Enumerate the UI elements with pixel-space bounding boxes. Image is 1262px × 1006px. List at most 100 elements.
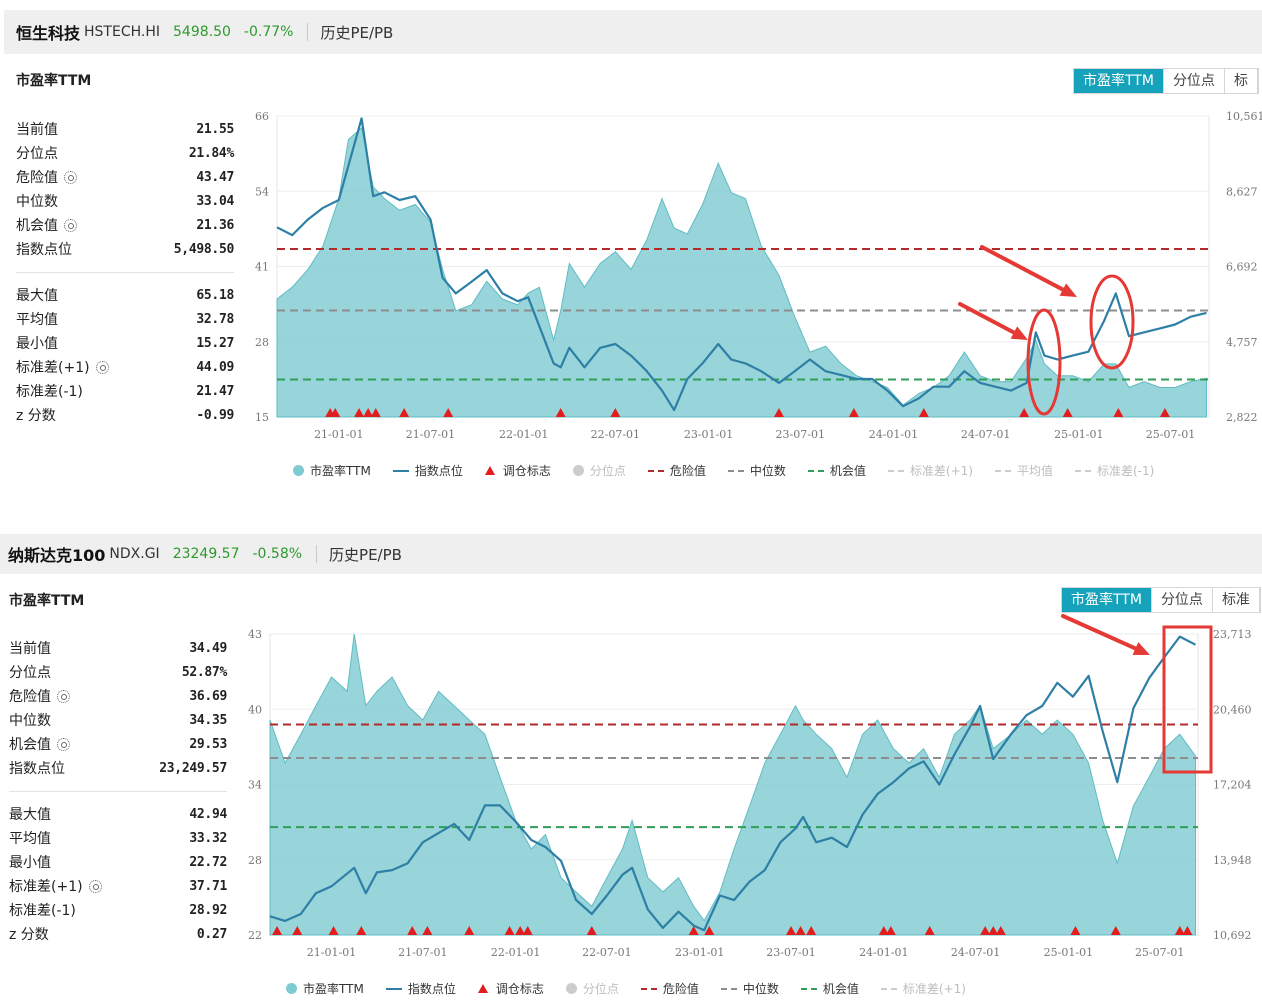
legend-label: 机会值 xyxy=(822,982,859,996)
legend-item[interactable]: 危险值 xyxy=(640,980,699,997)
legend-label: 危险值 xyxy=(662,982,699,996)
pe-chart: 66 54 41 28 15 10,561 8,627 6,692 4,757 2,822 21-0… xyxy=(255,110,1262,441)
annotation-arrow xyxy=(958,302,1016,335)
legend-label: 分位点 xyxy=(582,982,619,996)
legend-label: 标准差(+1) xyxy=(902,982,966,996)
legend-label: 中位数 xyxy=(749,464,786,478)
legend-swatch-icon xyxy=(887,469,904,472)
legend-swatch-icon xyxy=(647,469,664,472)
y-left-tick-label: 40 xyxy=(248,703,262,716)
legend-label: 指数点位 xyxy=(414,464,463,478)
x-tick-label: 25-07-01 xyxy=(1146,428,1195,441)
chart-legend: 市盈率TTM 指数点位 调仓标志 分位点 危险值 中位数 机会值 标准差(+1) xyxy=(286,980,988,997)
legend-swatch-icon xyxy=(727,469,744,472)
x-tick-label: 23-07-01 xyxy=(776,428,825,441)
legend-label: 平均值 xyxy=(1016,464,1053,478)
legend-label: 指数点位 xyxy=(407,982,456,996)
legend-item[interactable]: 指数点位 xyxy=(385,980,456,997)
x-tick-label: 21-01-01 xyxy=(314,428,363,441)
y-right-tick-label: 13,948 xyxy=(1213,854,1252,867)
x-tick-label: 21-07-01 xyxy=(406,428,455,441)
legend-item[interactable]: 指数点位 xyxy=(392,462,463,479)
legend-item[interactable]: 调仓标志 xyxy=(477,980,544,997)
x-tick-label: 22-07-01 xyxy=(582,946,631,959)
legend-item[interactable]: 分位点 xyxy=(565,980,619,997)
ndx-panel: 纳斯达克100 NDX.GI 23249.57 -0.58% 历史PE/PB 市… xyxy=(0,534,1262,1006)
x-tick-label: 22-01-01 xyxy=(491,946,540,959)
legend-swatch-icon xyxy=(807,469,824,472)
legend-label: 调仓标志 xyxy=(495,982,544,996)
y-left-tick-label: 34 xyxy=(248,779,262,792)
x-tick-label: 22-07-01 xyxy=(591,428,640,441)
legend-swatch-icon xyxy=(293,465,304,476)
legend-item[interactable]: 机会值 xyxy=(800,980,859,997)
legend-swatch-icon xyxy=(484,466,495,475)
x-tick-label: 22-01-01 xyxy=(499,428,548,441)
legend-swatch-icon xyxy=(1074,469,1091,472)
x-tick-label: 23-01-01 xyxy=(675,946,724,959)
legend-swatch-icon xyxy=(392,469,409,472)
y-left-tick-label: 15 xyxy=(255,411,269,424)
legend-item[interactable]: 标准差(+1) xyxy=(880,980,966,997)
annotation-arrow xyxy=(1061,614,1138,651)
y-left-tick-label: 28 xyxy=(248,854,262,867)
legend-item[interactable]: 机会值 xyxy=(807,462,866,479)
y-left-tick-label: 43 xyxy=(248,628,262,641)
legend-label: 中位数 xyxy=(742,982,779,996)
y-right-tick-label: 20,460 xyxy=(1213,703,1252,716)
legend-label: 市盈率TTM xyxy=(303,982,364,996)
legend-swatch-icon xyxy=(800,987,817,990)
x-tick-label: 25-07-01 xyxy=(1135,946,1184,959)
pe-area-series xyxy=(276,126,1207,418)
legend-item[interactable]: 分位点 xyxy=(572,462,626,479)
legend-item[interactable]: 危险值 xyxy=(647,462,706,479)
y-right-tick-label: 23,713 xyxy=(1213,628,1252,641)
legend-label: 标准差(-1) xyxy=(1096,464,1155,478)
y-left-tick-label: 41 xyxy=(255,261,269,274)
highlight-ellipse xyxy=(1089,274,1135,370)
x-tick-label: 21-01-01 xyxy=(307,946,356,959)
legend-item[interactable]: 中位数 xyxy=(720,980,779,997)
y-left-tick-label: 22 xyxy=(248,929,262,942)
pe-chart: 43 40 34 28 22 23,713 20,460 17,204 13,948 10,692… xyxy=(248,614,1252,959)
legend-swatch-icon xyxy=(880,987,897,990)
legend-label: 调仓标志 xyxy=(502,464,551,478)
y-right-tick-label: 2,822 xyxy=(1226,411,1258,424)
y-left-tick-label: 28 xyxy=(255,336,269,349)
y-right-tick-label: 17,204 xyxy=(1213,779,1252,792)
x-tick-label: 21-07-01 xyxy=(398,946,447,959)
legend-swatch-icon xyxy=(565,983,577,994)
legend-label: 市盈率TTM xyxy=(310,464,371,478)
legend-label: 分位点 xyxy=(589,464,626,478)
legend-swatch-icon xyxy=(640,987,657,990)
y-right-tick-label: 10,692 xyxy=(1213,929,1252,942)
legend-swatch-icon xyxy=(720,987,737,990)
legend-item[interactable]: 市盈率TTM xyxy=(286,980,364,997)
x-tick-label: 25-01-01 xyxy=(1044,946,1093,959)
legend-swatch-icon xyxy=(477,984,488,993)
x-tick-label: 24-07-01 xyxy=(961,428,1010,441)
legend-swatch-icon xyxy=(572,465,584,476)
y-right-tick-label: 4,757 xyxy=(1226,336,1258,349)
y-right-tick-label: 10,561 xyxy=(1226,110,1262,123)
legend-item[interactable]: 标准差(-1) xyxy=(1074,462,1155,479)
x-tick-label: 25-01-01 xyxy=(1054,428,1103,441)
legend-swatch-icon xyxy=(994,469,1011,472)
y-left-tick-label: 66 xyxy=(255,110,269,123)
x-tick-label: 23-07-01 xyxy=(766,946,815,959)
legend-label: 标准差(+1) xyxy=(909,464,973,478)
y-right-tick-label: 6,692 xyxy=(1226,261,1258,274)
legend-swatch-icon xyxy=(385,987,402,990)
x-tick-label: 24-01-01 xyxy=(859,946,908,959)
legend-item[interactable]: 市盈率TTM xyxy=(293,462,371,479)
legend-item[interactable]: 平均值 xyxy=(994,462,1053,479)
legend-item[interactable]: 标准差(+1) xyxy=(887,462,973,479)
legend-item[interactable]: 调仓标志 xyxy=(484,462,551,479)
hstech-panel: 恒生科技 HSTECH.HI 5498.50 -0.77% 历史PE/PB 市盈… xyxy=(0,0,1262,510)
chart-legend: 市盈率TTM 指数点位 调仓标志 分位点 危险值 中位数 机会值 标准差(+1) 平均值 标准差(… xyxy=(293,462,1176,479)
legend-item[interactable]: 中位数 xyxy=(727,462,786,479)
legend-swatch-icon xyxy=(286,983,297,994)
x-tick-label: 23-01-01 xyxy=(684,428,733,441)
legend-label: 机会值 xyxy=(829,464,866,478)
x-tick-label: 24-07-01 xyxy=(951,946,1000,959)
